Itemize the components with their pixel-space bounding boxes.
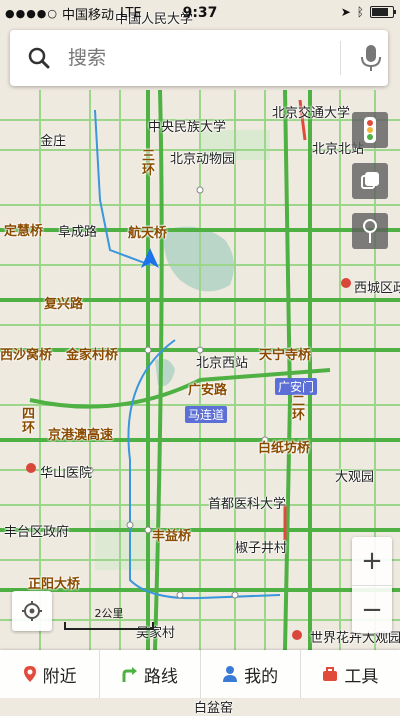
map-label: 马连道 — [185, 406, 228, 423]
search-bar — [10, 30, 388, 86]
bottom-nav: 附近 路线 我的 工具 — [0, 650, 400, 698]
nav-mine-label: 我的 — [244, 666, 279, 687]
map-canvas[interactable]: 中国人民大学 中央民族大学 北京交通大学 金庄 北京动物园 北京北站 三环 定慧… — [0, 0, 400, 716]
scale-label: 2公里 — [94, 607, 124, 620]
map-label: 金家村桥 — [66, 348, 119, 363]
nav-nearby[interactable]: 附近 — [0, 650, 101, 698]
scale-bar: 2公里 — [64, 605, 154, 630]
status-icons: ➤ ᛒ — [340, 5, 396, 19]
nav-route-label: 路线 — [143, 666, 178, 687]
zoom-in-button[interactable]: + — [352, 537, 392, 586]
toolbox-icon — [323, 667, 338, 681]
map-label: 首都医科大学 — [208, 497, 287, 512]
map-label: 中央民族大学 — [148, 120, 227, 135]
nav-mine[interactable]: 我的 — [201, 650, 301, 698]
map-label: 丰台区政府 — [4, 525, 70, 540]
map-label: 正阳大桥 — [28, 577, 81, 592]
location-arrow-icon: ➤ — [340, 5, 351, 19]
microphone-icon[interactable] — [359, 43, 383, 73]
bluetooth-icon: ᛒ — [356, 5, 364, 19]
nav-tools[interactable]: 工具 — [301, 650, 400, 698]
traffic-light-icon — [364, 117, 376, 143]
zoom-controls: + − — [352, 537, 392, 633]
map-label: 广安路 — [188, 383, 228, 398]
map-label: 华山医院 — [40, 466, 93, 481]
layers-icon — [361, 172, 379, 189]
map-label: 丰益桥 — [152, 529, 192, 544]
map-label: 椒子井村 — [235, 541, 288, 556]
map-label: 四环 — [22, 407, 36, 436]
locate-me-button[interactable] — [12, 591, 52, 631]
divider — [340, 41, 341, 75]
scale-line — [64, 622, 154, 630]
zoom-out-button[interactable]: − — [352, 586, 392, 634]
nav-nearby-label: 附近 — [42, 666, 77, 687]
search-icon — [28, 47, 50, 69]
map-label: 三环 — [142, 149, 156, 178]
map-pin-icon — [363, 219, 377, 243]
nav-tools-label: 工具 — [344, 666, 379, 687]
status-bar: ●●●●○ 中国移动 LTE 9:37 ➤ ᛒ — [0, 0, 400, 26]
map-label: 阜成路 — [58, 225, 98, 240]
map-label: 二环 — [292, 394, 306, 423]
map-label: 定慧桥 — [4, 224, 44, 239]
route-arrow-icon — [122, 667, 137, 682]
battery-icon — [370, 6, 396, 18]
map-label: 北京交通大学 — [272, 106, 351, 121]
map-label: 白盆窑 — [194, 701, 234, 716]
map-label: 航天桥 — [128, 226, 168, 241]
map-label: 西沙窝桥 — [0, 348, 53, 363]
map-label: 白纸坊桥 — [258, 441, 311, 456]
marker-button[interactable] — [352, 213, 388, 249]
map-label: 大观园 — [335, 470, 375, 485]
map-label: 京港澳高速 — [48, 428, 114, 443]
map-label: 金庄 — [40, 134, 67, 149]
map-label: 广安门 — [275, 378, 318, 395]
search-input[interactable] — [66, 46, 320, 70]
map-label: 复兴路 — [44, 297, 84, 312]
layers-button[interactable] — [352, 163, 388, 199]
locate-icon — [22, 601, 42, 621]
map-label: 西城区政府 — [354, 281, 400, 296]
user-icon — [223, 666, 238, 682]
map-label: 北京西站 — [196, 356, 249, 371]
nav-route[interactable]: 路线 — [100, 650, 201, 698]
nearby-pin-icon — [23, 666, 36, 682]
traffic-toggle-button[interactable] — [352, 112, 388, 148]
map-label: 天宁寺桥 — [259, 348, 312, 363]
map-label: 北京动物园 — [170, 152, 236, 167]
